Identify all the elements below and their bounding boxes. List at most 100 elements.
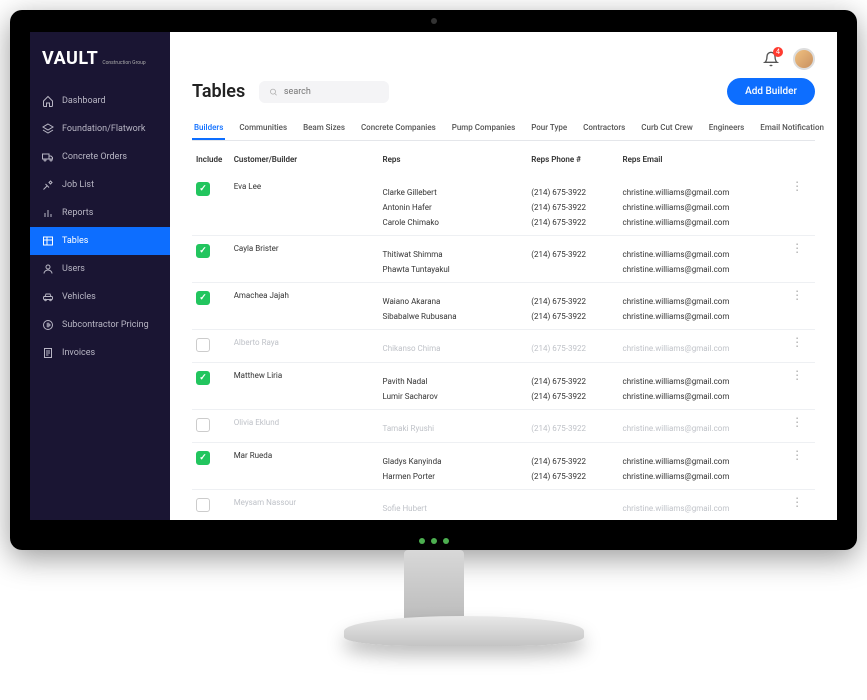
row-actions-button[interactable]: ⋮ <box>791 448 803 462</box>
include-checkbox[interactable] <box>196 182 210 196</box>
truck-icon <box>42 151 54 163</box>
table-header: Include Customer/Builder Reps Reps Phone… <box>192 145 815 174</box>
sidebar-item-subcontractor-pricing[interactable]: Subcontractor Pricing <box>30 311 170 339</box>
table-row: Matthew LiriaPavith NadalLumir Sacharov(… <box>192 363 815 410</box>
row-actions-button[interactable]: ⋮ <box>791 288 803 302</box>
cell-phone: (214) 675-3922(214) 675-3922 <box>531 371 622 401</box>
row-actions-button[interactable]: ⋮ <box>791 179 803 193</box>
cell-phone: (214) 675-3922(214) 675-3922 <box>531 451 622 481</box>
cell-phone: (214) 675-3922(214) 675-3922 <box>531 291 622 321</box>
cell-email: christine.williams@gmail.comchristine.wi… <box>623 244 792 274</box>
tab-engineers[interactable]: Engineers <box>707 117 747 140</box>
cell-reps: Sofie Hubert <box>382 498 531 514</box>
sidebar-item-label: Tables <box>62 236 88 246</box>
sidebar-item-label: Invoices <box>62 348 95 358</box>
row-actions-button[interactable]: ⋮ <box>791 415 803 429</box>
sidebar-item-label: Job List <box>62 180 94 190</box>
avatar[interactable] <box>793 48 815 70</box>
tab-curb-cut-crew[interactable]: Curb Cut Crew <box>639 117 695 140</box>
sidebar-item-users[interactable]: Users <box>30 255 170 283</box>
tab-email-notification[interactable]: Email Notification <box>758 117 826 140</box>
cell-email: christine.williams@gmail.com <box>623 418 792 434</box>
sidebar-item-label: Users <box>62 264 85 274</box>
include-checkbox[interactable] <box>196 338 210 352</box>
cell-reps: Waiano AkaranaSibabalwe Rubusana <box>382 291 531 321</box>
table-row: Cayla BristerThitiwat ShimmaPhawta Tunta… <box>192 236 815 283</box>
include-checkbox[interactable] <box>196 498 210 512</box>
cell-customer: Cayla Brister <box>234 244 383 274</box>
sidebar-item-label: Reports <box>62 208 93 218</box>
cell-phone: (214) 675-3922 <box>531 338 622 354</box>
tab-contractors[interactable]: Contractors <box>581 117 627 140</box>
col-phone[interactable]: Reps Phone # <box>531 155 622 164</box>
table-row: Amachea JajahWaiano AkaranaSibabalwe Rub… <box>192 283 815 330</box>
sidebar-item-label: Concrete Orders <box>62 152 127 162</box>
include-checkbox[interactable] <box>196 371 210 385</box>
include-checkbox[interactable] <box>196 451 210 465</box>
include-checkbox[interactable] <box>196 244 210 258</box>
include-checkbox[interactable] <box>196 418 210 432</box>
car-icon <box>42 291 54 303</box>
cell-email: christine.williams@gmail.comchristine.wi… <box>623 182 792 227</box>
cell-email: christine.williams@gmail.com <box>623 498 792 514</box>
cell-reps: Clarke GillebertAntonin HaferCarole Chim… <box>382 182 531 227</box>
row-actions-button[interactable]: ⋮ <box>791 368 803 382</box>
row-actions-button[interactable]: ⋮ <box>791 241 803 255</box>
sidebar-item-reports[interactable]: Reports <box>30 199 170 227</box>
cell-reps: Chikanso Chima <box>382 338 531 354</box>
table-icon <box>42 235 54 247</box>
cell-email: christine.williams@gmail.com <box>623 338 792 354</box>
tab-builders[interactable]: Builders <box>192 117 225 140</box>
col-customer[interactable]: Customer/Builder <box>234 155 383 164</box>
sidebar-item-invoices[interactable]: Invoices <box>30 339 170 367</box>
chart-icon <box>42 207 54 219</box>
monitor-leds <box>419 538 449 544</box>
topbar: 4 <box>192 48 815 70</box>
cell-phone: (214) 675-3922 <box>531 244 622 274</box>
invoice-icon <box>42 347 54 359</box>
search-icon <box>269 87 278 97</box>
user-icon <box>42 263 54 275</box>
cell-customer: Eva Lee <box>234 182 383 227</box>
col-include[interactable]: Include <box>196 155 234 164</box>
add-builder-button[interactable]: Add Builder <box>727 78 815 105</box>
tab-pump-companies[interactable]: Pump Companies <box>450 117 517 140</box>
search-input[interactable] <box>284 87 379 97</box>
tools-icon <box>42 179 54 191</box>
tab-concrete-companies[interactable]: Concrete Companies <box>359 117 438 140</box>
brand-name: VAULT <box>42 48 98 69</box>
tab-beam-sizes[interactable]: Beam Sizes <box>301 117 347 140</box>
col-email[interactable]: Reps Email <box>623 155 792 164</box>
tab-communities[interactable]: Communities <box>237 117 289 140</box>
layers-icon <box>42 123 54 135</box>
cell-reps: Pavith NadalLumir Sacharov <box>382 371 531 401</box>
row-actions-button[interactable]: ⋮ <box>791 335 803 349</box>
table-row: Eva LeeClarke GillebertAntonin HaferCaro… <box>192 174 815 236</box>
search-box[interactable] <box>259 81 389 103</box>
sidebar-item-dashboard[interactable]: Dashboard <box>30 87 170 115</box>
table-row: Mar RuedaGladys KanyindaHarmen Porter(21… <box>192 443 815 490</box>
cell-phone: (214) 675-3922(214) 675-3922(214) 675-39… <box>531 182 622 227</box>
sidebar-item-vehicles[interactable]: Vehicles <box>30 283 170 311</box>
cell-email: christine.williams@gmail.comchristine.wi… <box>623 291 792 321</box>
col-reps[interactable]: Reps <box>382 155 531 164</box>
cell-email: christine.williams@gmail.comchristine.wi… <box>623 451 792 481</box>
sidebar-item-job-list[interactable]: Job List <box>30 171 170 199</box>
sidebar-item-tables[interactable]: Tables <box>30 227 170 255</box>
table-row: Alberto RayaChikanso Chima(214) 675-3922… <box>192 330 815 363</box>
cell-customer: Amachea Jajah <box>234 291 383 321</box>
sidebar-item-concrete-orders[interactable]: Concrete Orders <box>30 143 170 171</box>
cell-phone <box>531 498 622 514</box>
monitor-stand <box>344 550 524 680</box>
tab-pour-type[interactable]: Pour Type <box>529 117 569 140</box>
sidebar-item-foundation-flatwork[interactable]: Foundation/Flatwork <box>30 115 170 143</box>
notifications-button[interactable]: 4 <box>763 51 779 67</box>
cell-customer: Matthew Liria <box>234 371 383 401</box>
camera-dot <box>431 18 437 24</box>
sidebar-item-label: Subcontractor Pricing <box>62 320 149 330</box>
include-checkbox[interactable] <box>196 291 210 305</box>
sidebar-item-label: Vehicles <box>62 292 96 302</box>
cell-reps: Tamaki Ryushi <box>382 418 531 434</box>
row-actions-button[interactable]: ⋮ <box>791 495 803 509</box>
cell-reps: Gladys KanyindaHarmen Porter <box>382 451 531 481</box>
